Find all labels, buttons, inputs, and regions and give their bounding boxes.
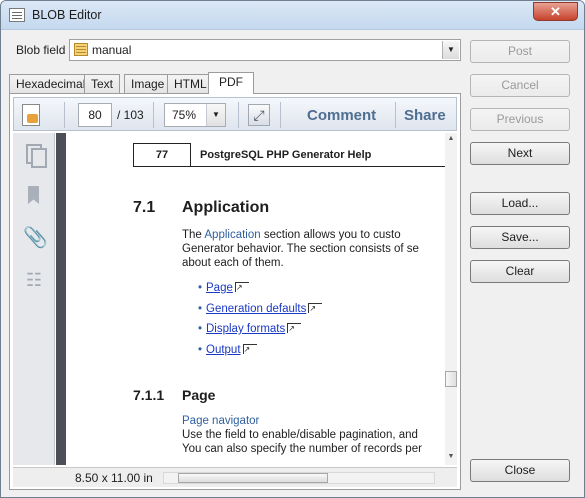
subsection-number: 7.1.1 [133, 387, 165, 403]
pdf-page: 77 PostgreSQL PHP Generator Help 7.1 App… [66, 133, 447, 465]
section-number: 7.1 [133, 199, 156, 216]
next-button[interactable]: Next [470, 142, 570, 165]
display-formats-link[interactable]: Display formats [206, 323, 285, 335]
clear-button[interactable]: Clear [470, 260, 570, 283]
save-button[interactable]: Save... [470, 226, 570, 249]
paragraph-line: about each of them. [182, 257, 284, 269]
application-link[interactable]: Application [204, 229, 260, 241]
blob-field-value: manual [92, 43, 132, 57]
pdf-tab-panel: 80 / 103 75% ▼ ⤢ Comment Share 📎 ☷ 77 Po… [9, 93, 461, 490]
title-bar: BLOB Editor ✕ [1, 1, 584, 30]
pdf-toolbar: 80 / 103 75% ▼ ⤢ Comment Share [13, 97, 457, 131]
chevron-down-icon[interactable]: ▼ [206, 104, 225, 126]
paragraph-line: Generator behavior. The section consists… [182, 243, 419, 255]
page-size: 8.50 x 11.00 in [75, 471, 153, 485]
attachment-icon[interactable]: 📎 [23, 227, 48, 249]
toolbar-separator [395, 102, 396, 128]
close-window-button[interactable]: ✕ [533, 2, 578, 21]
external-link-icon: ↗ [242, 344, 257, 354]
running-head: PostgreSQL PHP Generator Help [200, 149, 372, 161]
list-item: Output↗ [198, 344, 257, 356]
list-item: Display formats↗ [198, 323, 302, 335]
header-rule [191, 166, 447, 167]
expand-icon[interactable]: ⤢ [248, 104, 270, 126]
list-item: Generation defaults↗ [198, 303, 323, 315]
database-table-icon [74, 43, 88, 56]
output-link[interactable]: Output [206, 344, 241, 356]
toolbar-separator [280, 102, 281, 128]
toolbar-separator [64, 102, 65, 128]
pages-icon[interactable] [23, 143, 47, 168]
scroll-up-icon[interactable]: ▲ [446, 135, 456, 145]
section-title: Application [182, 199, 270, 216]
document-view[interactable]: 77 PostgreSQL PHP Generator Help 7.1 App… [56, 133, 457, 465]
blob-field-label: Blob field [16, 43, 66, 57]
pdf-document-icon[interactable] [22, 104, 40, 126]
tab-text[interactable]: Text [84, 74, 121, 93]
scroll-thumb[interactable] [445, 371, 457, 387]
toolbar-separator [153, 102, 154, 128]
comment-button[interactable]: Comment [307, 107, 376, 124]
list-item: Page↗ [198, 282, 249, 294]
generation-defaults-link[interactable]: Generation defaults [206, 303, 306, 315]
tab-pdf[interactable]: PDF [208, 72, 254, 94]
cancel-button[interactable]: Cancel [470, 74, 570, 97]
blob-editor-window: BLOB Editor ✕ Blob field manual ▼ Hexade… [0, 0, 585, 498]
current-page-input[interactable]: 80 [78, 103, 112, 127]
paragraph-line: The Application section allows you to cu… [182, 228, 401, 242]
chevron-down-icon[interactable]: ▼ [442, 41, 459, 59]
post-button[interactable]: Post [470, 40, 570, 63]
horizontal-scrollbar[interactable] [163, 472, 435, 484]
load-button[interactable]: Load... [470, 192, 570, 215]
vertical-scrollbar[interactable]: ▲ ▼ [445, 133, 457, 465]
page-number: 77 [133, 143, 191, 167]
total-pages: / 103 [117, 108, 144, 122]
binoculars-icon[interactable]: ☷ [23, 269, 45, 291]
close-button[interactable]: Close [470, 459, 570, 482]
tab-html[interactable]: HTML [167, 74, 214, 93]
toolbar-separator [238, 102, 239, 128]
paragraph-line: Use the field to enable/disable paginati… [182, 429, 418, 441]
sub-heading: Page navigator [182, 415, 260, 427]
subsection-title: Page [182, 387, 216, 403]
paragraph-text: The [182, 229, 205, 241]
external-link-icon: ↗ [287, 323, 302, 333]
zoom-value: 75% [172, 108, 197, 122]
external-link-icon: ↗ [308, 303, 323, 313]
pdf-sidebar: 📎 ☷ [13, 133, 55, 465]
bookmark-icon[interactable] [23, 185, 45, 207]
paragraph-text: section allows you to custo [260, 229, 401, 241]
external-link-icon: ↗ [234, 282, 249, 292]
tab-hexadecimal[interactable]: Hexadecimal [9, 74, 93, 93]
scroll-down-icon[interactable]: ▼ [446, 453, 456, 463]
previous-button[interactable]: Previous [470, 108, 570, 131]
page-link[interactable]: Page [206, 282, 233, 294]
app-icon [9, 8, 25, 22]
window-title: BLOB Editor [32, 8, 102, 22]
share-button[interactable]: Share [404, 107, 446, 124]
zoom-select[interactable]: 75% ▼ [164, 103, 226, 127]
blob-field-select[interactable]: manual ▼ [69, 39, 461, 61]
status-bar: 8.50 x 11.00 in [13, 467, 457, 487]
tab-image[interactable]: Image [124, 74, 172, 93]
paragraph-line: You can also specify the number of recor… [182, 443, 422, 455]
horizontal-scroll-thumb[interactable] [178, 473, 328, 483]
